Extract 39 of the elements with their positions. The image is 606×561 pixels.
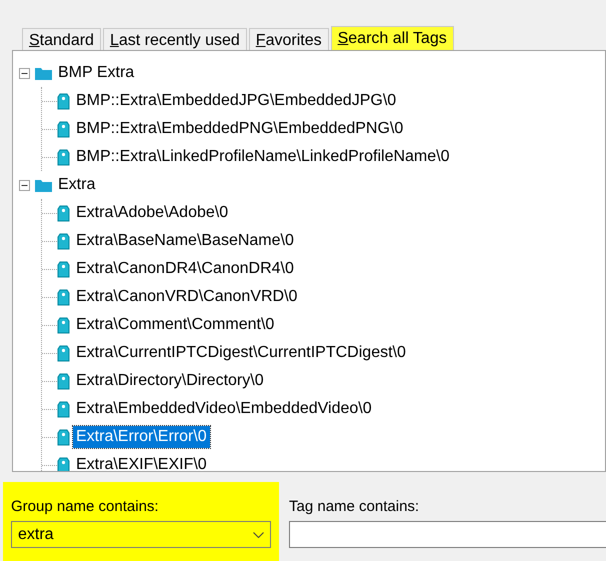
tree-item[interactable]: Extra\Error\Error\0 — [73, 426, 210, 448]
tab[interactable]: Favorites — [248, 28, 329, 50]
tab[interactable]: Last recently used — [102, 28, 247, 50]
tag-name-field[interactable] — [289, 521, 606, 548]
tree-item[interactable]: BMP::Extra\EmbeddedJPG\EmbeddedJPG\0 — [73, 90, 400, 112]
tree-item[interactable]: Extra\CanonDR4\CanonDR4\0 — [73, 258, 297, 280]
tag-icon — [57, 204, 70, 222]
tag-icon — [57, 260, 70, 278]
tag-icon — [57, 92, 70, 110]
tag-icon — [57, 428, 70, 446]
tag-icon — [57, 316, 70, 334]
tree-group-label[interactable]: Extra — [58, 173, 96, 197]
tag-icon — [57, 148, 70, 166]
tag-icon — [57, 232, 70, 250]
tree-item[interactable]: Extra\CurrentIPTCDigest\CurrentIPTCDigest\0 — [73, 342, 409, 364]
tree-item[interactable]: Extra\Comment\Comment\0 — [73, 314, 278, 336]
tree-item[interactable]: BMP::Extra\EmbeddedPNG\EmbeddedPNG\0 — [73, 118, 406, 140]
tree-item[interactable]: Extra\BaseName\BaseName\0 — [73, 230, 297, 252]
group-dropdown[interactable]: extra — [11, 521, 271, 548]
collapse-icon[interactable] — [19, 68, 30, 78]
folder-icon — [35, 178, 52, 192]
collapse-icon[interactable] — [19, 180, 30, 190]
tree-item[interactable]: Extra\EmbeddedVideo\EmbeddedVideo\0 — [73, 398, 375, 420]
tag-icon — [57, 372, 70, 390]
field-label: Tag name contains: — [289, 497, 420, 517]
tag-icon — [57, 344, 70, 362]
tree-item[interactable]: Extra\Directory\Directory\0 — [73, 370, 267, 392]
tree-item[interactable]: BMP::Extra\LinkedProfileName\LinkedProfileName\0 — [73, 146, 452, 168]
folder-icon — [35, 66, 52, 80]
field-label: Group name contains: — [11, 497, 160, 517]
tab[interactable]: Search all Tags — [330, 26, 454, 50]
tree-item[interactable]: Extra\Adobe\Adobe\0 — [73, 202, 232, 224]
tab[interactable]: Standard — [22, 28, 101, 50]
tag-icon — [57, 400, 70, 418]
tag-icon — [57, 288, 70, 306]
tree-group-label[interactable]: BMP Extra — [58, 61, 134, 85]
tree-item[interactable]: Extra\EXIF\EXIF\0 — [73, 454, 210, 471]
tree-item[interactable]: Extra\CanonVRD\CanonVRD\0 — [73, 286, 300, 308]
tag-icon — [57, 120, 70, 138]
